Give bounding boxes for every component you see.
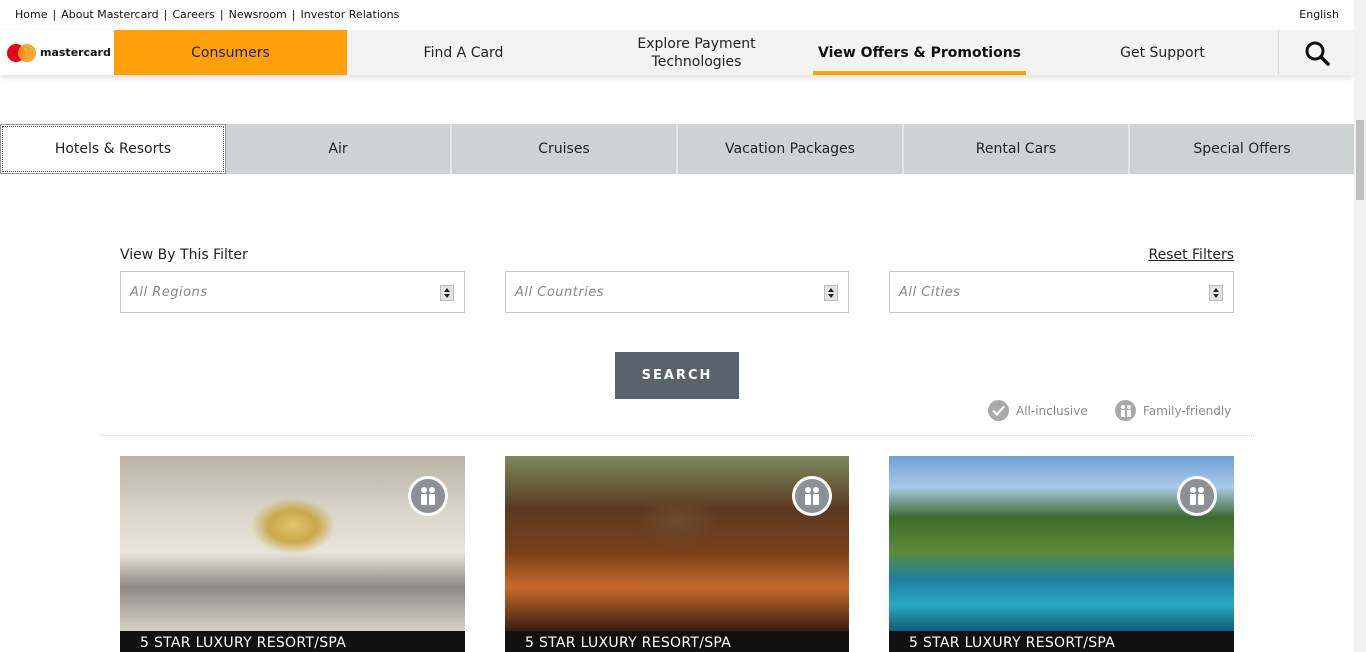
tab-cruises[interactable]: Cruises [452,124,678,174]
offer-card[interactable]: 5 STAR LUXURY RESORT/SPA [120,456,465,652]
offer-card[interactable]: 5 STAR LUXURY RESORT/SPA [889,456,1234,652]
cities-select[interactable]: All Cities [889,271,1234,313]
regions-placeholder: All Regions [130,284,208,300]
select-arrows-icon [824,285,838,301]
nav-find-a-card[interactable]: Find A Card [347,30,580,75]
link-about[interactable]: About Mastercard [61,8,158,21]
utility-links: Home | About Mastercard | Careers | Newsroo… [15,8,399,21]
regions-select[interactable]: All Regions [120,271,465,313]
family-friendly-badge-icon [792,476,832,516]
legend-family-friendly: Family-friendly [1115,400,1231,421]
reset-filters-link[interactable]: Reset Filters [1148,247,1234,263]
legend-all-inclusive: All-inclusive [988,400,1088,421]
mastercard-circles-icon [7,43,37,62]
tab-special-offers[interactable]: Special Offers [1130,124,1354,174]
tab-rental-cars[interactable]: Rental Cars [904,124,1130,174]
card-caption: 5 STAR LUXURY RESORT/SPA [505,631,849,652]
search-submit-button[interactable]: SEARCH [615,352,739,399]
main-nav: mastercard Consumers Find A Card Explore… [0,30,1354,75]
family-friendly-badge-icon [408,476,448,516]
nav-label: Consumers [191,44,270,61]
page-scrollbar[interactable] [1354,0,1366,652]
cities-placeholder: All Cities [899,284,961,300]
search-button[interactable] [1278,30,1354,75]
divider [100,435,1254,436]
nav-label: View Offers & Promotions [817,44,1022,61]
checkmark-icon [988,400,1009,421]
separator: | [219,8,224,21]
category-tabs: Hotels & Resorts Air Cruises Vacation Pa… [0,124,1354,174]
link-newsroom[interactable]: Newsroom [229,8,287,21]
card-caption: 5 STAR LUXURY RESORT/SPA [889,631,1234,652]
select-arrows-icon [1209,285,1223,301]
tab-hotels-resorts[interactable]: Hotels & Resorts [0,124,226,174]
separator: | [291,8,296,21]
card-caption: 5 STAR LUXURY RESORT/SPA [120,631,465,652]
link-home[interactable]: Home [15,8,47,21]
nav-label: Get Support [1120,44,1205,61]
mastercard-logo[interactable]: mastercard [0,30,114,75]
separator: | [163,8,168,21]
nav-view-offers[interactable]: View Offers & Promotions [813,30,1046,75]
offer-card[interactable]: 5 STAR LUXURY RESORT/SPA [505,456,849,652]
link-investor-relations[interactable]: Investor Relations [301,8,400,21]
nav-get-support[interactable]: Get Support [1046,30,1279,75]
search-icon [1305,41,1330,66]
family-friendly-badge-icon [1177,476,1217,516]
legend-label: Family-friendly [1143,403,1232,418]
tab-air[interactable]: Air [226,124,452,174]
nav-label: Find A Card [423,44,504,61]
legend-label: All-inclusive [1016,403,1088,418]
select-arrows-icon [440,285,454,301]
family-icon [1115,400,1136,421]
filter-label: View By This Filter [120,247,248,263]
nav-explore-payment-technologies[interactable]: Explore Payment Technologies [580,30,813,75]
separator: | [52,8,57,21]
utility-bar: Home | About Mastercard | Careers | Newsroo… [0,0,1354,30]
countries-placeholder: All Countries [515,284,605,300]
brand-name: mastercard [40,46,111,59]
link-careers[interactable]: Careers [172,8,215,21]
tab-vacation-packages[interactable]: Vacation Packages [678,124,904,174]
language-selector[interactable]: English [1299,8,1339,21]
scrollbar-thumb[interactable] [1356,120,1364,200]
countries-select[interactable]: All Countries [505,271,849,313]
nav-consumers[interactable]: Consumers [114,30,347,75]
nav-label: Explore Payment Technologies [637,35,756,70]
